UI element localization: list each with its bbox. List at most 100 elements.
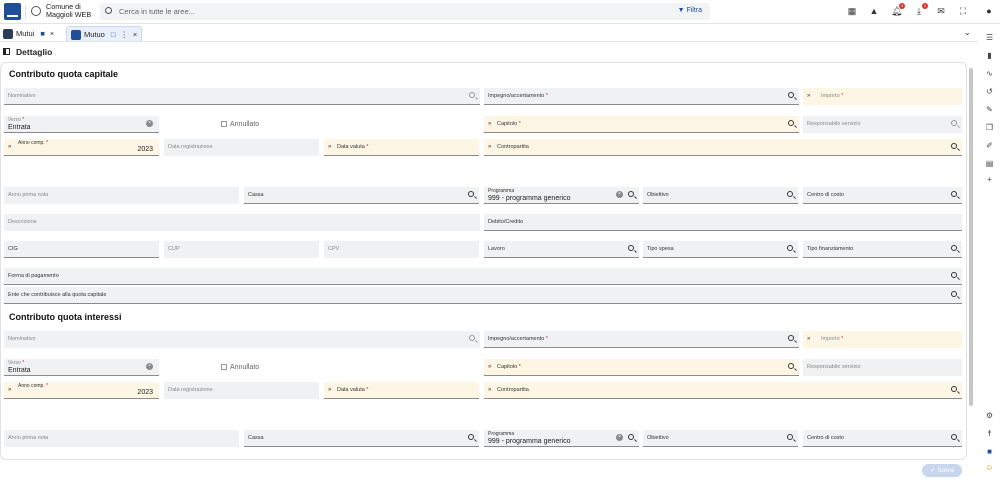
capitolo-field[interactable]: » Capitolo * [484,359,799,376]
clear-icon[interactable]: × [616,434,623,441]
impegno-field[interactable]: Impegno/accertamento * [484,331,799,348]
annullato-checkbox[interactable]: Annullato [221,121,259,128]
search-icon[interactable] [951,245,957,251]
search-input[interactable]: Cerca in tutte le aree... [119,7,195,16]
obiettivo-field[interactable]: Obiettivo [643,187,798,204]
warning-icon[interactable]: ▲ [869,6,879,16]
search-icon[interactable] [951,272,957,278]
apps-grid-icon[interactable]: ▦ [847,6,857,16]
ente-field[interactable]: Ente che contribuisce alla quota capital… [4,287,962,304]
tipo-spesa-field[interactable]: Tipo spesa [643,241,798,258]
data-valuta-field[interactable]: » Data valuta * [324,382,479,399]
clear-icon[interactable]: × [146,363,153,370]
global-search[interactable]: Cerca in tutte le aree... ▼ Filtra [100,3,710,20]
add-icon[interactable]: + [985,175,994,184]
search-icon[interactable] [469,335,475,341]
data-registrazione-field[interactable]: Data registrazione [164,139,319,156]
trend-icon[interactable]: ∿ [985,69,994,78]
importo-field[interactable]: Importo * » [803,331,962,348]
anno-prima-nota-field[interactable]: Anno prima nota [4,187,239,204]
nominativo-field[interactable]: Nominativo [4,88,480,105]
pin-icon[interactable]: ✎ [985,105,994,114]
search-icon[interactable] [468,191,474,197]
contropartita-field[interactable]: » Contropartita [484,382,962,399]
gear-icon[interactable]: ⚙ [985,411,994,420]
edit-doc-icon[interactable]: ✐ [985,141,994,150]
cpv-field[interactable]: CPV [324,241,479,258]
bookmark-outline-icon[interactable]: □ [111,30,116,39]
responsabile-field[interactable]: Responsabile servizio [803,359,962,376]
centro-costo-field[interactable]: Centro di costo [803,430,962,447]
verso-field[interactable]: Verso * Entrata × [4,116,159,133]
tipo-finanziamento-field[interactable]: Tipo finanziamento [803,241,962,258]
capitolo-field[interactable]: » Capitolo * [484,116,799,133]
nominativo-field[interactable]: Nominativo [4,331,480,348]
clear-icon[interactable]: × [616,191,623,198]
search-icon[interactable] [628,245,634,251]
annullato-checkbox[interactable]: Annullato [221,364,259,371]
copy-icon[interactable]: ❐ [985,123,994,132]
save-button[interactable]: ✓ Salva [922,464,962,477]
search-icon[interactable] [951,120,957,126]
sidebar-toggle-icon[interactable] [3,48,10,55]
list-settings-icon[interactable]: ☰ [985,33,994,42]
checkbox-box[interactable] [221,121,227,128]
search-icon[interactable] [951,191,957,197]
search-icon[interactable] [951,434,957,440]
verso-field[interactable]: Verso * Entrata × [4,359,159,376]
search-icon[interactable] [951,143,957,149]
debito-credito-field[interactable]: Debito/Credito [484,214,962,231]
cassa-field[interactable]: Cassa [244,187,479,204]
history-icon[interactable]: ↺ [985,87,994,96]
user-icon[interactable]: ● [984,6,994,16]
search-icon[interactable] [788,120,794,126]
search-icon[interactable] [628,434,634,440]
bell-icon[interactable]: 🔔︎ 4 [891,3,905,16]
checkbox-box[interactable] [221,364,227,371]
importo-field[interactable]: Importo * » [803,88,962,105]
anno-comp-field[interactable]: » Anno comp. * 2023 [4,139,159,156]
data-registrazione-field[interactable]: Data registrazione [164,382,319,399]
cig-field[interactable]: CIG [4,241,159,258]
search-icon[interactable] [788,92,794,98]
data-valuta-field[interactable]: » Data valuta * [324,139,479,156]
search-icon[interactable] [787,245,793,251]
search-icon[interactable] [788,335,794,341]
contropartita-field[interactable]: » Contropartita [484,139,962,156]
impegno-field[interactable]: Impegno/accertamento * [484,88,799,105]
accessibility-icon[interactable]: ☨ [985,429,994,438]
search-icon[interactable] [951,386,957,392]
help-icon[interactable]: ☺ [985,463,994,472]
mail-icon[interactable]: ✉ [936,6,946,16]
programma-field[interactable]: Programma 999 - programma generico × [484,430,639,447]
tab-mutuo[interactable]: Mutuo □ ⋮ × [66,26,143,41]
download-icon[interactable]: ⤓ 1 [914,3,928,16]
vertical-scrollbar[interactable] [969,68,973,406]
descrizione-field[interactable]: Descrizione [4,214,480,231]
lavoro-field[interactable]: Lavoro [484,241,639,258]
anno-comp-field[interactable]: » Anno comp. * 2023 [4,382,159,399]
chat-icon[interactable]: ■ [985,447,994,456]
fullscreen-icon[interactable]: ⛶ [958,6,968,16]
responsabile-field[interactable]: Responsabile servizio [803,116,962,133]
book-icon[interactable]: ▮ [985,51,994,60]
chevron-down-icon[interactable]: ⌄ [964,28,971,37]
document-icon[interactable]: ▤ [985,159,994,168]
search-icon[interactable] [787,434,793,440]
programma-field[interactable]: Programma 999 - programma generico × [484,187,639,204]
centro-costo-field[interactable]: Centro di costo [803,187,962,204]
close-icon[interactable]: × [133,30,137,39]
close-icon[interactable]: × [50,29,54,38]
obiettivo-field[interactable]: Obiettivo [643,430,798,447]
cup-field[interactable]: CUP [164,241,319,258]
search-icon[interactable] [951,291,957,297]
anno-prima-nota-field[interactable]: Anno prima nota [4,430,239,447]
search-icon[interactable] [628,191,634,197]
search-icon[interactable] [469,92,475,98]
search-icon[interactable] [787,191,793,197]
clear-icon[interactable]: × [146,120,153,127]
tab-mutui[interactable]: Mutui ■ × [3,26,54,41]
search-icon[interactable] [788,363,794,369]
forma-pagamento-field[interactable]: Forma di pagamento [4,268,962,285]
filter-button[interactable]: ▼ Filtra [678,7,702,14]
